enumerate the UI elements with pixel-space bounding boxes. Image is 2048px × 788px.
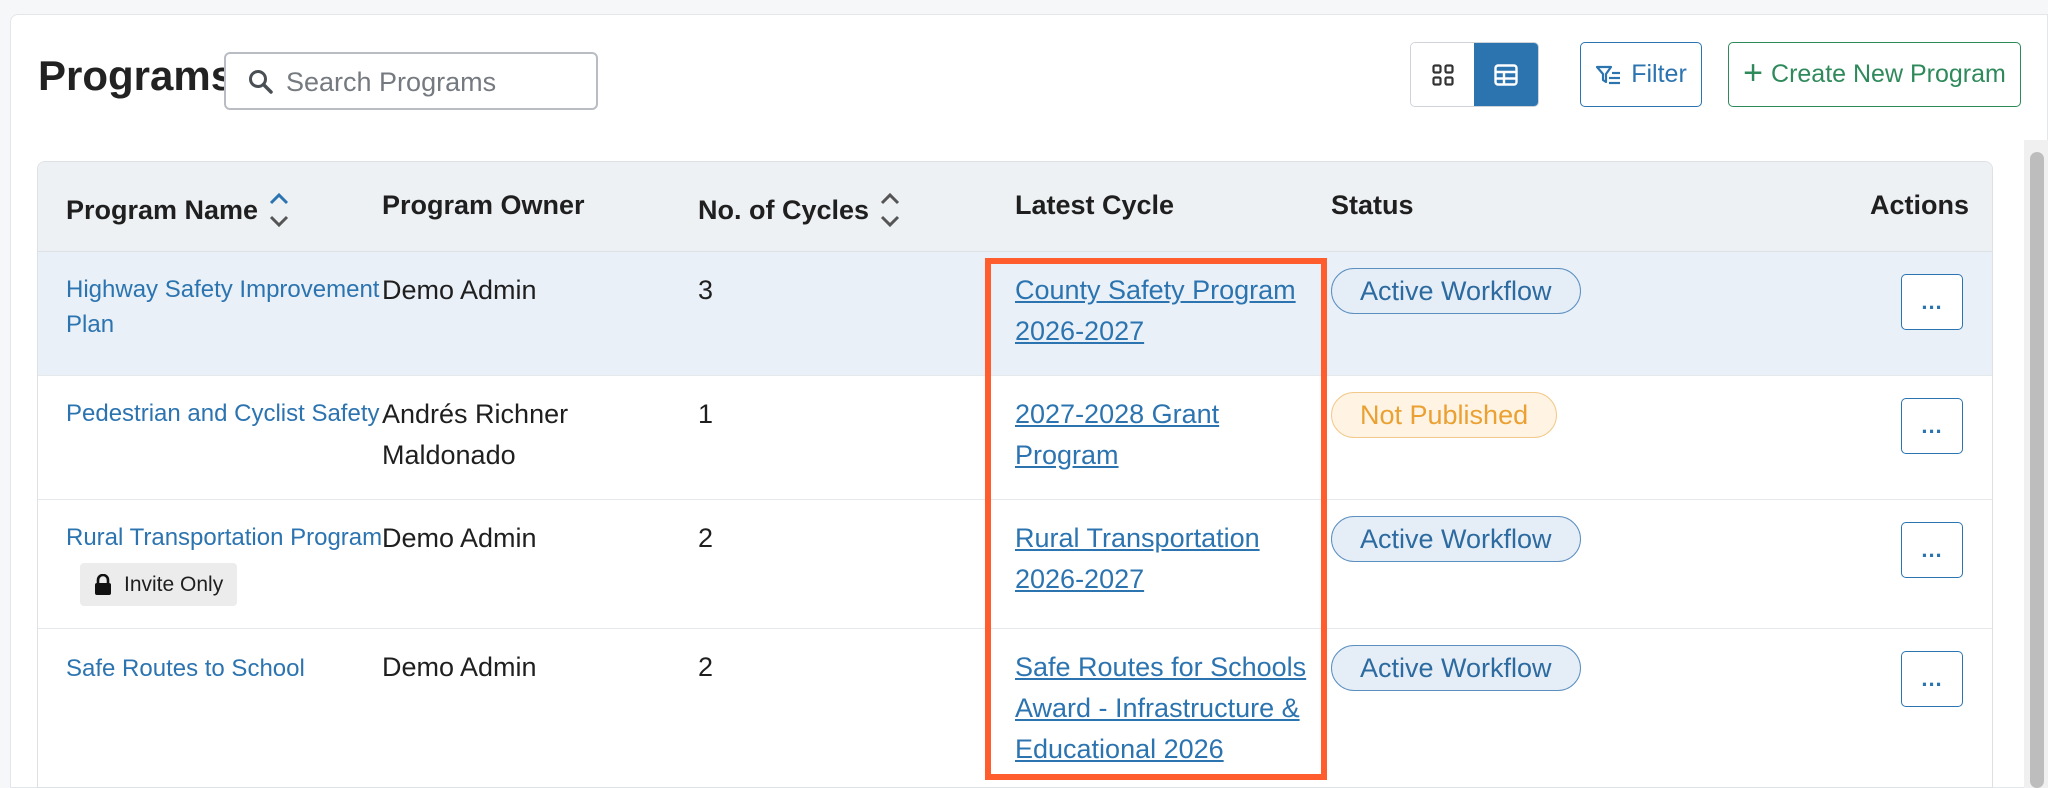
create-new-program-button[interactable]: + Create New Program bbox=[1728, 42, 2021, 107]
search-box[interactable] bbox=[224, 52, 598, 110]
page-title: Programs bbox=[38, 52, 235, 99]
search-input[interactable] bbox=[286, 62, 586, 102]
header-no-of-cycles[interactable]: No. of Cycles bbox=[698, 190, 901, 230]
search-icon bbox=[249, 70, 273, 94]
program-name-link[interactable]: Safe Routes to School bbox=[66, 651, 305, 686]
cycle-count: 2 bbox=[698, 652, 714, 682]
grid-icon bbox=[1431, 63, 1454, 86]
program-owner: Demo Admin bbox=[382, 652, 537, 682]
header-program-name[interactable]: Program Name bbox=[66, 190, 290, 230]
create-label: Create New Program bbox=[1771, 60, 2006, 88]
program-owner: Demo Admin bbox=[382, 523, 537, 553]
table-view-button[interactable] bbox=[1474, 43, 1538, 106]
plus-icon: + bbox=[1743, 54, 1764, 92]
table-icon bbox=[1494, 63, 1518, 86]
grid-view-button[interactable] bbox=[1411, 43, 1474, 106]
cycle-count: 3 bbox=[698, 275, 714, 305]
row-actions-button[interactable]: ... bbox=[1901, 274, 1963, 330]
sort-icon[interactable] bbox=[268, 190, 290, 230]
row-actions-button[interactable]: ... bbox=[1901, 522, 1963, 578]
header-latest-cycle: Latest Cycle bbox=[1015, 190, 1175, 220]
status-badge: Active Workflow bbox=[1331, 268, 1581, 314]
program-owner: Demo Admin bbox=[382, 275, 537, 305]
lock-icon bbox=[95, 573, 111, 595]
filter-icon bbox=[1596, 65, 1621, 84]
cycle-count: 2 bbox=[698, 523, 714, 553]
program-name-link[interactable]: Highway Safety Improvement Plan bbox=[66, 272, 379, 342]
sort-icon[interactable] bbox=[879, 190, 901, 230]
table-header: Program Name Program Owner No. of Cycles… bbox=[38, 162, 1992, 252]
row-actions-button[interactable]: ... bbox=[1901, 651, 1963, 707]
filter-label: Filter bbox=[1631, 60, 1687, 88]
status-badge: Not Published bbox=[1331, 392, 1558, 438]
program-name-link[interactable]: Pedestrian and Cyclist Safety bbox=[66, 396, 380, 431]
row-actions-button[interactable]: ... bbox=[1901, 398, 1963, 454]
header-program-owner: Program Owner bbox=[382, 190, 585, 220]
scrollbar-thumb[interactable] bbox=[2030, 152, 2044, 788]
program-name-link[interactable]: Rural Transportation Program bbox=[66, 520, 382, 555]
view-toggle bbox=[1410, 42, 1539, 107]
filter-button[interactable]: Filter bbox=[1580, 42, 1702, 107]
program-owner: Andrés Richner Maldonado bbox=[382, 399, 569, 470]
invite-only-tag: Invite Only bbox=[80, 563, 238, 606]
status-badge: Active Workflow bbox=[1331, 645, 1581, 691]
status-badge: Active Workflow bbox=[1331, 516, 1581, 562]
header-status: Status bbox=[1331, 190, 1414, 220]
cycle-count: 1 bbox=[698, 399, 714, 429]
latest-cycle-highlight bbox=[985, 258, 1327, 780]
header-actions: Actions bbox=[1870, 190, 1970, 220]
